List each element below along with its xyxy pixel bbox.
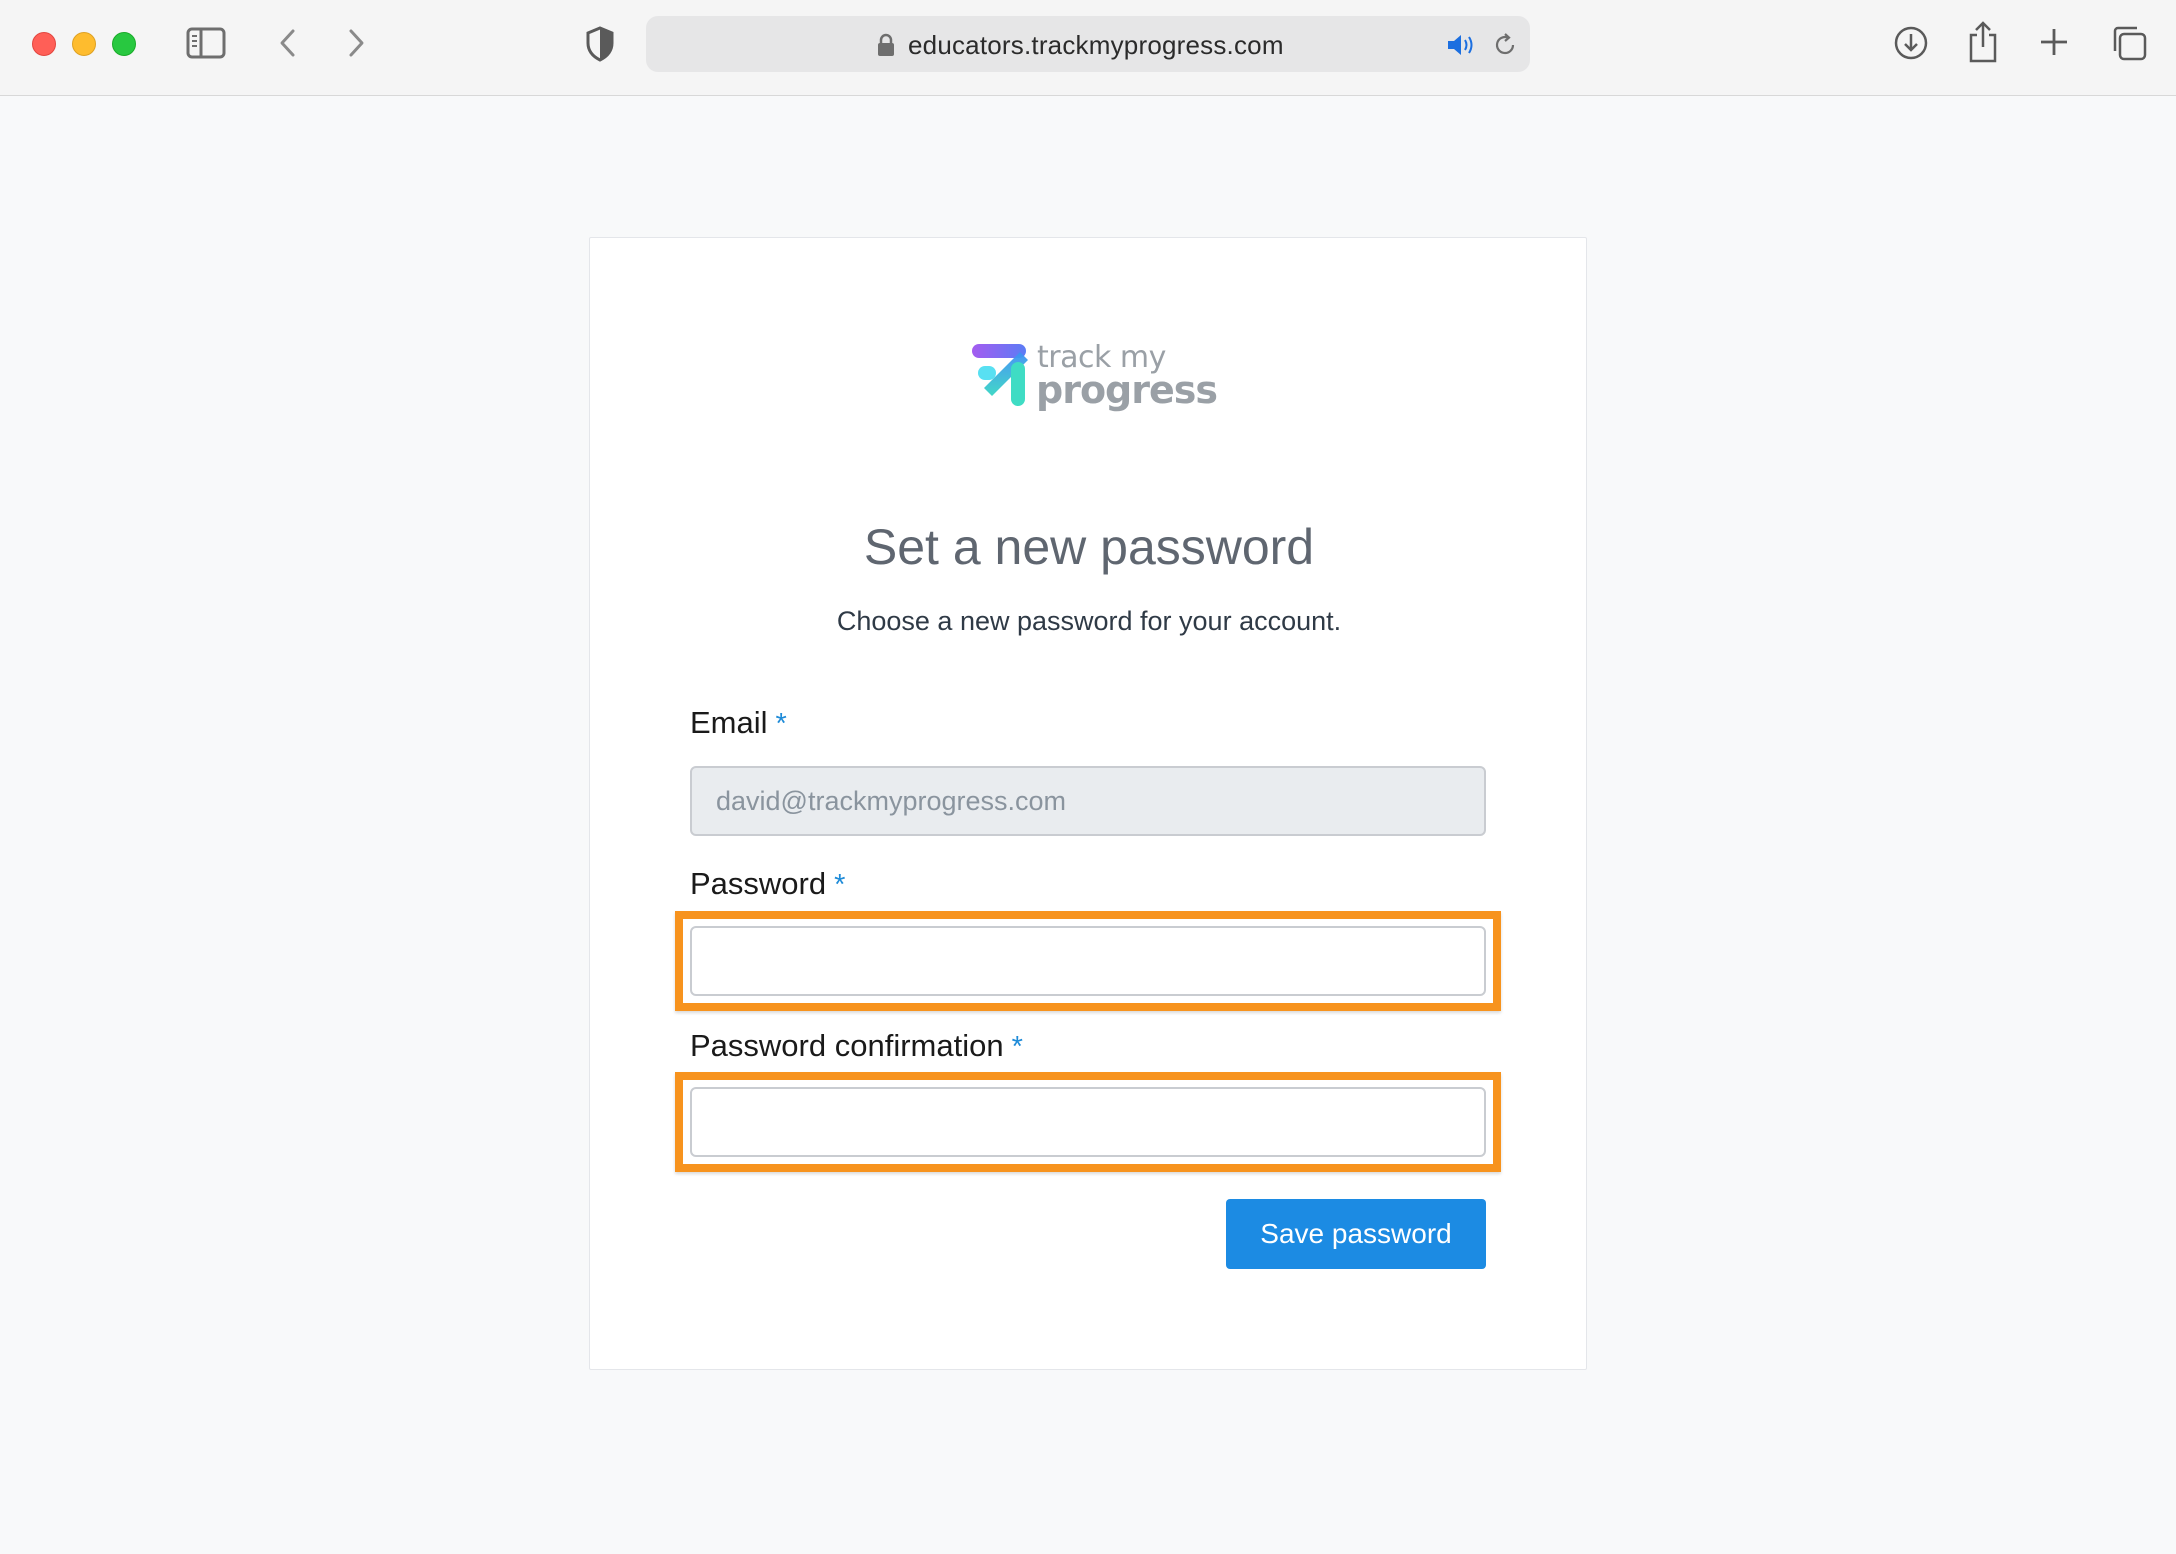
logo-text-line2: progress: [1036, 368, 1218, 412]
logo-mark-icon: [972, 344, 1028, 406]
address-bar[interactable]: educators.trackmyprogress.com: [646, 16, 1530, 72]
speaker-icon[interactable]: [1446, 32, 1476, 58]
email-field[interactable]: david@trackmyprogress.com: [690, 766, 1486, 836]
browser-toolbar: educators.trackmyprogress.com: [0, 0, 2176, 96]
page-subtitle: Choose a new password for your account.: [836, 606, 1342, 636]
password-confirmation-label: Password confirmation *: [690, 1028, 1023, 1064]
password-label-text: Password: [690, 866, 827, 901]
required-marker: *: [775, 708, 787, 740]
url-text: educators.trackmyprogress.com: [908, 30, 1284, 60]
chevron-right-icon[interactable]: [344, 26, 368, 60]
plus-icon[interactable]: [2038, 26, 2070, 58]
page-title: Set a new password: [863, 519, 1315, 575]
logo: track my progress: [970, 338, 1220, 418]
sidebar-icon[interactable]: [186, 26, 226, 60]
shield-icon[interactable]: [584, 24, 616, 64]
save-password-button[interactable]: Save password: [1226, 1199, 1486, 1269]
required-marker: *: [1011, 1031, 1023, 1063]
password-field[interactable]: [690, 926, 1486, 996]
reset-password-card: track my progress Set a new password Cho…: [589, 237, 1587, 1370]
share-icon[interactable]: [1966, 20, 2000, 64]
password-confirmation-label-text: Password confirmation: [690, 1028, 1004, 1063]
tabs-overview-icon[interactable]: [2110, 24, 2148, 62]
download-icon[interactable]: [1892, 24, 1930, 62]
password-confirmation-field[interactable]: [690, 1087, 1486, 1157]
password-label: Password *: [690, 866, 845, 902]
chevron-left-icon[interactable]: [276, 26, 300, 60]
email-label: Email *: [690, 705, 787, 741]
zoom-window-button[interactable]: [112, 32, 136, 56]
required-marker: *: [834, 869, 846, 901]
email-label-text: Email: [690, 705, 768, 740]
minimize-window-button[interactable]: [72, 32, 96, 56]
close-window-button[interactable]: [32, 32, 56, 56]
lock-icon: [876, 32, 896, 58]
reload-icon[interactable]: [1492, 32, 1518, 58]
